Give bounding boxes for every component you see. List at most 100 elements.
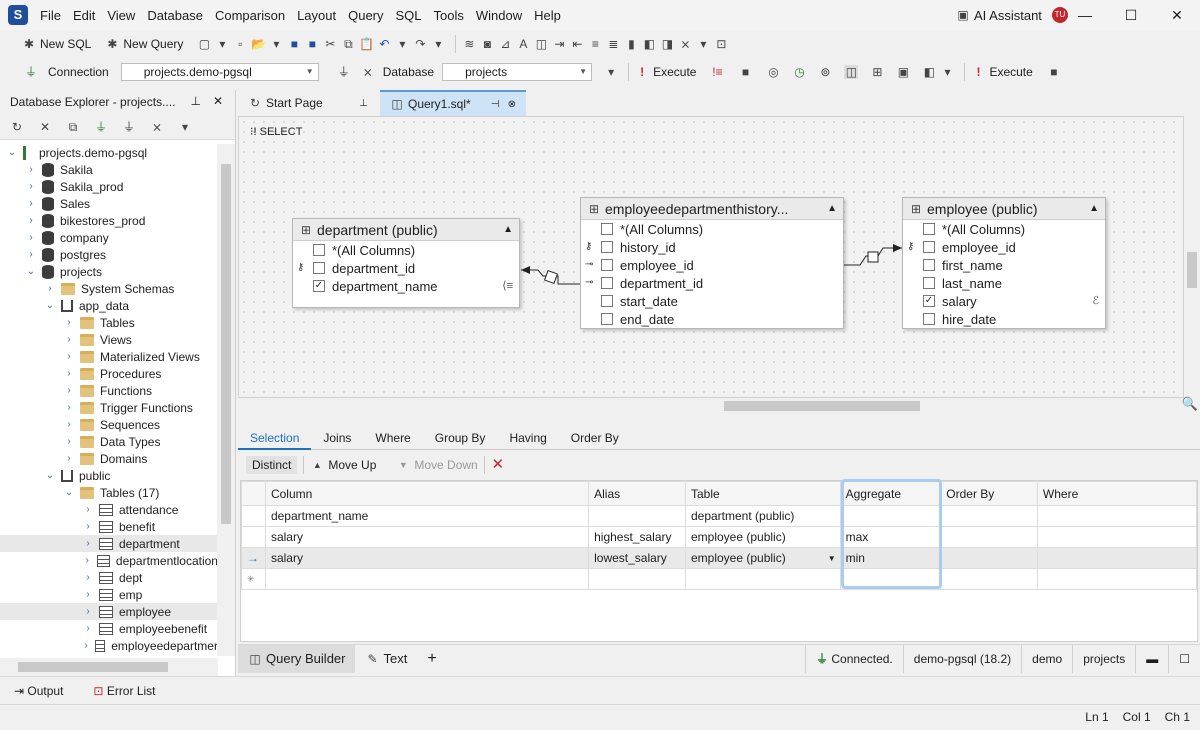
field-checkbox[interactable]: ✓: [923, 295, 935, 307]
menu-item-tools[interactable]: Tools: [434, 8, 473, 23]
chevron-right-icon[interactable]: ›: [82, 572, 94, 583]
field-checkbox[interactable]: ✓: [313, 280, 325, 292]
dropdown-icon[interactable]: ▾: [269, 37, 283, 51]
tree-item[interactable]: › company: [0, 229, 218, 246]
entity-field[interactable]: end_date: [581, 310, 843, 328]
tree-item[interactable]: › emp: [0, 586, 218, 603]
field-checkbox[interactable]: [601, 313, 613, 325]
pin-icon[interactable]: ⊥: [191, 94, 201, 108]
entity-field[interactable]: first_name: [903, 256, 1105, 274]
scrollbar-thumb[interactable]: [724, 401, 920, 411]
table-cell[interactable]: [588, 568, 686, 590]
chevron-right-icon[interactable]: ›: [63, 453, 75, 464]
entity-field[interactable]: hire_date: [903, 310, 1105, 328]
table-cell[interactable]: lowest_salary: [588, 547, 686, 569]
table-cell[interactable]: employee (public) ▼: [684, 547, 841, 569]
table-row[interactable]: salary highest_salary employee (public) max: [241, 526, 1198, 548]
canvas-vertical-scrollbar[interactable]: [1184, 116, 1200, 398]
bookmark-next-icon[interactable]: ◨: [660, 37, 674, 51]
indent-icon[interactable]: ⇥: [552, 37, 566, 51]
entity-field[interactable]: ⚷ employee_id: [903, 238, 1105, 256]
new-connection-icon[interactable]: ⏚: [94, 120, 108, 134]
table-cell[interactable]: department_name: [264, 505, 590, 527]
tab-order-by[interactable]: Order By: [559, 426, 631, 450]
column-header[interactable]: Column: [264, 481, 590, 506]
tree-item[interactable]: ⌄ app_data: [0, 297, 218, 314]
chevron-right-icon[interactable]: ›: [25, 164, 37, 175]
field-checkbox[interactable]: [923, 277, 935, 289]
tree-item[interactable]: › Sequences: [0, 416, 218, 433]
table-cell[interactable]: salary: [264, 526, 590, 548]
query-builder-icon[interactable]: ◫: [844, 65, 859, 79]
table-cell[interactable]: employee (public): [684, 526, 841, 548]
scrollbar-thumb[interactable]: [221, 164, 231, 524]
tree-item[interactable]: › department: [0, 535, 218, 552]
close-icon[interactable]: ✕: [1154, 0, 1200, 30]
refresh-icon[interactable]: ↻: [10, 120, 24, 134]
entity-field[interactable]: *(All Columns): [293, 241, 519, 259]
table-cell[interactable]: [940, 568, 1038, 590]
tree-item[interactable]: › employeedepartmer: [0, 637, 218, 653]
field-checkbox[interactable]: [313, 262, 325, 274]
collapse-icon[interactable]: ▲: [503, 224, 513, 235]
open-folder-icon[interactable]: 📂: [251, 37, 266, 51]
table-row[interactable]: department_name department (public): [241, 505, 1198, 527]
move-down-icon[interactable]: ▼: [396, 458, 410, 472]
dropdown-icon[interactable]: ▾: [395, 37, 409, 51]
table-cell[interactable]: [1036, 526, 1198, 548]
table-cell[interactable]: [264, 568, 590, 590]
entity-header[interactable]: ⊞ department (public) ▲: [293, 219, 519, 241]
new-document-icon[interactable]: ▢: [197, 37, 211, 51]
layout-icon[interactable]: ⊡: [714, 37, 728, 51]
entity-field[interactable]: ⊸ department_id: [581, 274, 843, 292]
table-cell[interactable]: [588, 505, 686, 527]
entity-department[interactable]: ⊞ department (public) ▲ *(All Columns) ⚷ dep…: [292, 218, 520, 308]
save-all-icon[interactable]: ■: [305, 37, 319, 51]
move-up-icon[interactable]: ▲: [310, 458, 324, 472]
table-cell[interactable]: max: [839, 526, 942, 548]
scrollbar-thumb[interactable]: [1187, 252, 1197, 288]
dropdown-icon[interactable]: ▾: [215, 37, 229, 51]
move-up-button[interactable]: Move Up: [328, 458, 376, 472]
pin-icon[interactable]: ⊥: [359, 98, 368, 109]
tree-item[interactable]: ⌄ Tables (17): [0, 484, 218, 501]
tree-item[interactable]: › employeebenefit: [0, 620, 218, 637]
table-cell[interactable]: [684, 568, 841, 590]
chevron-down-icon[interactable]: ⌄: [63, 487, 75, 498]
collapse-icon[interactable]: ▲: [1089, 203, 1099, 214]
entity-field[interactable]: ✓ salary ℰ: [903, 292, 1105, 310]
grid-icon[interactable]: ⊞: [870, 65, 884, 79]
chevron-right-icon[interactable]: ›: [63, 334, 75, 345]
chevron-right-icon[interactable]: ›: [82, 504, 94, 515]
tree-item[interactable]: › benefit: [0, 518, 218, 535]
tree-item[interactable]: › Functions: [0, 382, 218, 399]
tree-item[interactable]: › Procedures: [0, 365, 218, 382]
menu-item-layout[interactable]: Layout: [297, 8, 345, 23]
tree-item[interactable]: › postgres: [0, 246, 218, 263]
move-down-button[interactable]: Move Down: [414, 458, 477, 472]
database-select[interactable]: projects ▼: [442, 63, 593, 81]
field-checkbox[interactable]: [601, 277, 613, 289]
menu-item-file[interactable]: File: [40, 8, 70, 23]
table-cell[interactable]: highest_salary: [588, 526, 686, 548]
chevron-right-icon[interactable]: ›: [82, 538, 94, 549]
table-cell[interactable]: [839, 505, 942, 527]
tab-start-page[interactable]: ↻ Start Page ⊥: [238, 90, 378, 116]
tree-item[interactable]: › Views: [0, 331, 218, 348]
chevron-right-icon[interactable]: ›: [63, 436, 75, 447]
stop-icon[interactable]: ■: [738, 65, 752, 79]
table-cell[interactable]: [839, 568, 942, 590]
tab-selection[interactable]: Selection: [238, 426, 312, 450]
chevron-down-icon[interactable]: ▼: [828, 554, 836, 563]
menu-item-comparison[interactable]: Comparison: [215, 8, 294, 23]
panel-toggle-icon[interactable]: ▬: [1135, 645, 1168, 673]
add-tab-icon[interactable]: +: [417, 645, 446, 673]
execute-button-2[interactable]: ! Execute: [971, 65, 1032, 79]
chevron-right-icon[interactable]: ›: [63, 368, 75, 379]
close-panel-icon[interactable]: ✕: [213, 94, 223, 108]
tree-item[interactable]: › Data Types: [0, 433, 218, 450]
chevron-right-icon[interactable]: ›: [63, 351, 75, 362]
new-row[interactable]: ✳: [241, 568, 1198, 590]
table-cell[interactable]: department (public): [684, 505, 841, 527]
entity-field[interactable]: *(All Columns): [581, 220, 843, 238]
